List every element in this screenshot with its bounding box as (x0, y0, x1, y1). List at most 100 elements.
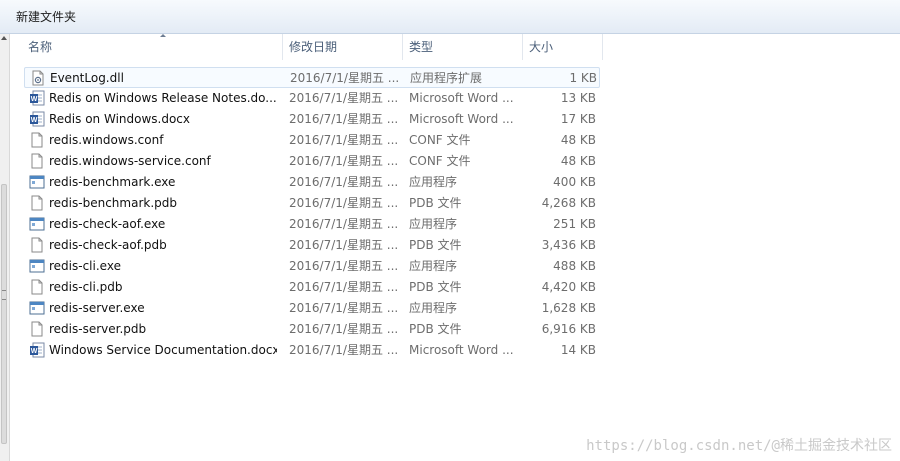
file-size: 6,916 KB (541, 322, 596, 336)
column-header-size-label: 大小 (529, 40, 554, 54)
column-header-type[interactable]: 类型 (403, 34, 523, 60)
blank-file-icon (29, 153, 45, 169)
file-name: redis-server.exe (49, 301, 145, 315)
file-row[interactable]: redis.windows-service.conf 2016/7/1/星期五 .… (24, 151, 600, 172)
file-name: redis-benchmark.exe (49, 175, 176, 189)
toolbar: 新建文件夹 (0, 0, 900, 34)
file-type: Microsoft Word ... (409, 343, 514, 357)
file-name: redis-cli.exe (49, 259, 121, 273)
file-row[interactable]: W Redis on Windows Release Notes.do... 201… (24, 88, 600, 109)
file-name: EventLog.dll (50, 71, 124, 85)
pane-splitter-grip-icon[interactable] (2, 290, 6, 300)
file-row[interactable]: redis-server.exe 2016/7/1/星期五 ... 应用程序 1,62… (24, 298, 600, 319)
blank-file-icon (29, 279, 45, 295)
file-type: 应用程序 (409, 175, 458, 189)
file-size: 3,436 KB (541, 238, 596, 252)
file-row[interactable]: EventLog.dll 2016/7/1/星期五 ... 应用程序扩展 1 KB (24, 67, 600, 88)
file-type: PDB 文件 (409, 238, 462, 252)
file-type: CONF 文件 (409, 154, 471, 168)
file-size: 400 KB (553, 175, 596, 189)
file-name: Windows Service Documentation.docx (49, 343, 277, 357)
application-icon (29, 258, 45, 274)
blank-file-icon (29, 237, 45, 253)
file-date-modified: 2016/7/1/星期五 ... (289, 217, 399, 231)
word-document-icon: W (29, 342, 45, 358)
file-size: 251 KB (553, 217, 596, 231)
navigation-pane-scrollbar[interactable] (0, 34, 10, 461)
file-date-modified: 2016/7/1/星期五 ... (289, 322, 399, 336)
column-header-size[interactable]: 大小 (523, 34, 603, 60)
file-date-modified: 2016/7/1/星期五 ... (289, 91, 399, 105)
file-name: redis-check-aof.pdb (49, 238, 167, 252)
column-header: 名称 修改日期 类型 大小 (10, 34, 900, 60)
sort-ascending-icon (160, 34, 166, 37)
file-date-modified: 2016/7/1/星期五 ... (289, 196, 399, 210)
column-header-name[interactable]: 名称 (22, 34, 283, 60)
column-header-type-label: 类型 (409, 40, 434, 54)
word-document-icon: W (29, 90, 45, 106)
file-size: 48 KB (560, 133, 596, 147)
file-date-modified: 2016/7/1/星期五 ... (289, 154, 399, 168)
file-row[interactable]: redis-cli.pdb 2016/7/1/星期五 ... PDB 文件 4,420… (24, 277, 600, 298)
application-icon (29, 216, 45, 232)
file-row[interactable]: redis-benchmark.exe 2016/7/1/星期五 ... 应用程序 4… (24, 172, 600, 193)
svg-text:W: W (31, 96, 38, 103)
file-type: Microsoft Word ... (409, 91, 514, 105)
svg-text:W: W (31, 348, 38, 355)
file-size: 17 KB (560, 112, 596, 126)
file-name: redis.windows.conf (49, 133, 164, 147)
file-name: Redis on Windows Release Notes.do... (49, 91, 277, 105)
column-header-date-label: 修改日期 (289, 40, 338, 54)
column-header-date[interactable]: 修改日期 (283, 34, 403, 60)
file-type: PDB 文件 (409, 280, 462, 294)
file-date-modified: 2016/7/1/星期五 ... (289, 280, 399, 294)
application-icon (29, 174, 45, 190)
file-row[interactable]: redis-check-aof.exe 2016/7/1/星期五 ... 应用程序 2… (24, 214, 600, 235)
file-date-modified: 2016/7/1/星期五 ... (289, 175, 399, 189)
file-name: Redis on Windows.docx (49, 112, 190, 126)
column-header-name-label: 名称 (28, 40, 53, 54)
file-type: PDB 文件 (409, 322, 462, 336)
file-name: redis.windows-service.conf (49, 154, 211, 168)
file-date-modified: 2016/7/1/星期五 ... (289, 301, 399, 315)
file-row[interactable]: redis-benchmark.pdb 2016/7/1/星期五 ... PDB 文… (24, 193, 600, 214)
file-date-modified: 2016/7/1/星期五 ... (289, 238, 399, 252)
file-name: redis-cli.pdb (49, 280, 123, 294)
file-name: redis-server.pdb (49, 322, 147, 336)
file-size: 13 KB (560, 91, 596, 105)
file-type: 应用程序 (409, 217, 458, 231)
scrollbar-thumb[interactable] (1, 184, 7, 444)
blank-file-icon (29, 321, 45, 337)
file-row[interactable]: redis-check-aof.pdb 2016/7/1/星期五 ... PDB 文… (24, 235, 600, 256)
file-row[interactable]: W Windows Service Documentation.docx 2016/… (24, 340, 600, 361)
application-icon (29, 300, 45, 316)
file-size: 4,268 KB (541, 196, 596, 210)
blank-file-icon (29, 132, 45, 148)
file-size: 1,628 KB (541, 301, 596, 315)
file-row[interactable]: redis-cli.exe 2016/7/1/星期五 ... 应用程序 488 KB (24, 256, 600, 277)
file-date-modified: 2016/7/1/星期五 ... (289, 133, 399, 147)
file-date-modified: 2016/7/1/星期五 ... (289, 112, 399, 126)
word-document-icon: W (29, 111, 45, 127)
dll-file-icon (30, 70, 46, 86)
file-row[interactable]: W Redis on Windows.docx 2016/7/1/星期五 ... Mi… (24, 109, 600, 130)
file-type: PDB 文件 (409, 196, 462, 210)
file-date-modified: 2016/7/1/星期五 ... (290, 71, 400, 85)
file-date-modified: 2016/7/1/星期五 ... (289, 343, 399, 357)
file-row[interactable]: redis.windows.conf 2016/7/1/星期五 ... CONF 文… (24, 130, 600, 151)
file-size: 48 KB (560, 154, 596, 168)
file-type: 应用程序扩展 (410, 71, 483, 85)
file-name: redis-check-aof.exe (49, 217, 166, 231)
file-type: Microsoft Word ... (409, 112, 514, 126)
scroll-up-arrow-icon[interactable] (1, 36, 7, 40)
file-size: 4,420 KB (541, 280, 596, 294)
file-date-modified: 2016/7/1/星期五 ... (289, 259, 399, 273)
file-row[interactable]: redis-server.pdb 2016/7/1/星期五 ... PDB 文件 6,… (24, 319, 600, 340)
new-folder-button[interactable]: 新建文件夹 (10, 7, 82, 27)
file-size: 488 KB (553, 259, 596, 273)
file-type: 应用程序 (409, 259, 458, 273)
svg-text:W: W (31, 117, 38, 124)
file-size: 14 KB (560, 343, 596, 357)
watermark: https://blog.csdn.net/@稀土掘金技术社区 (586, 438, 892, 454)
file-type: CONF 文件 (409, 133, 471, 147)
